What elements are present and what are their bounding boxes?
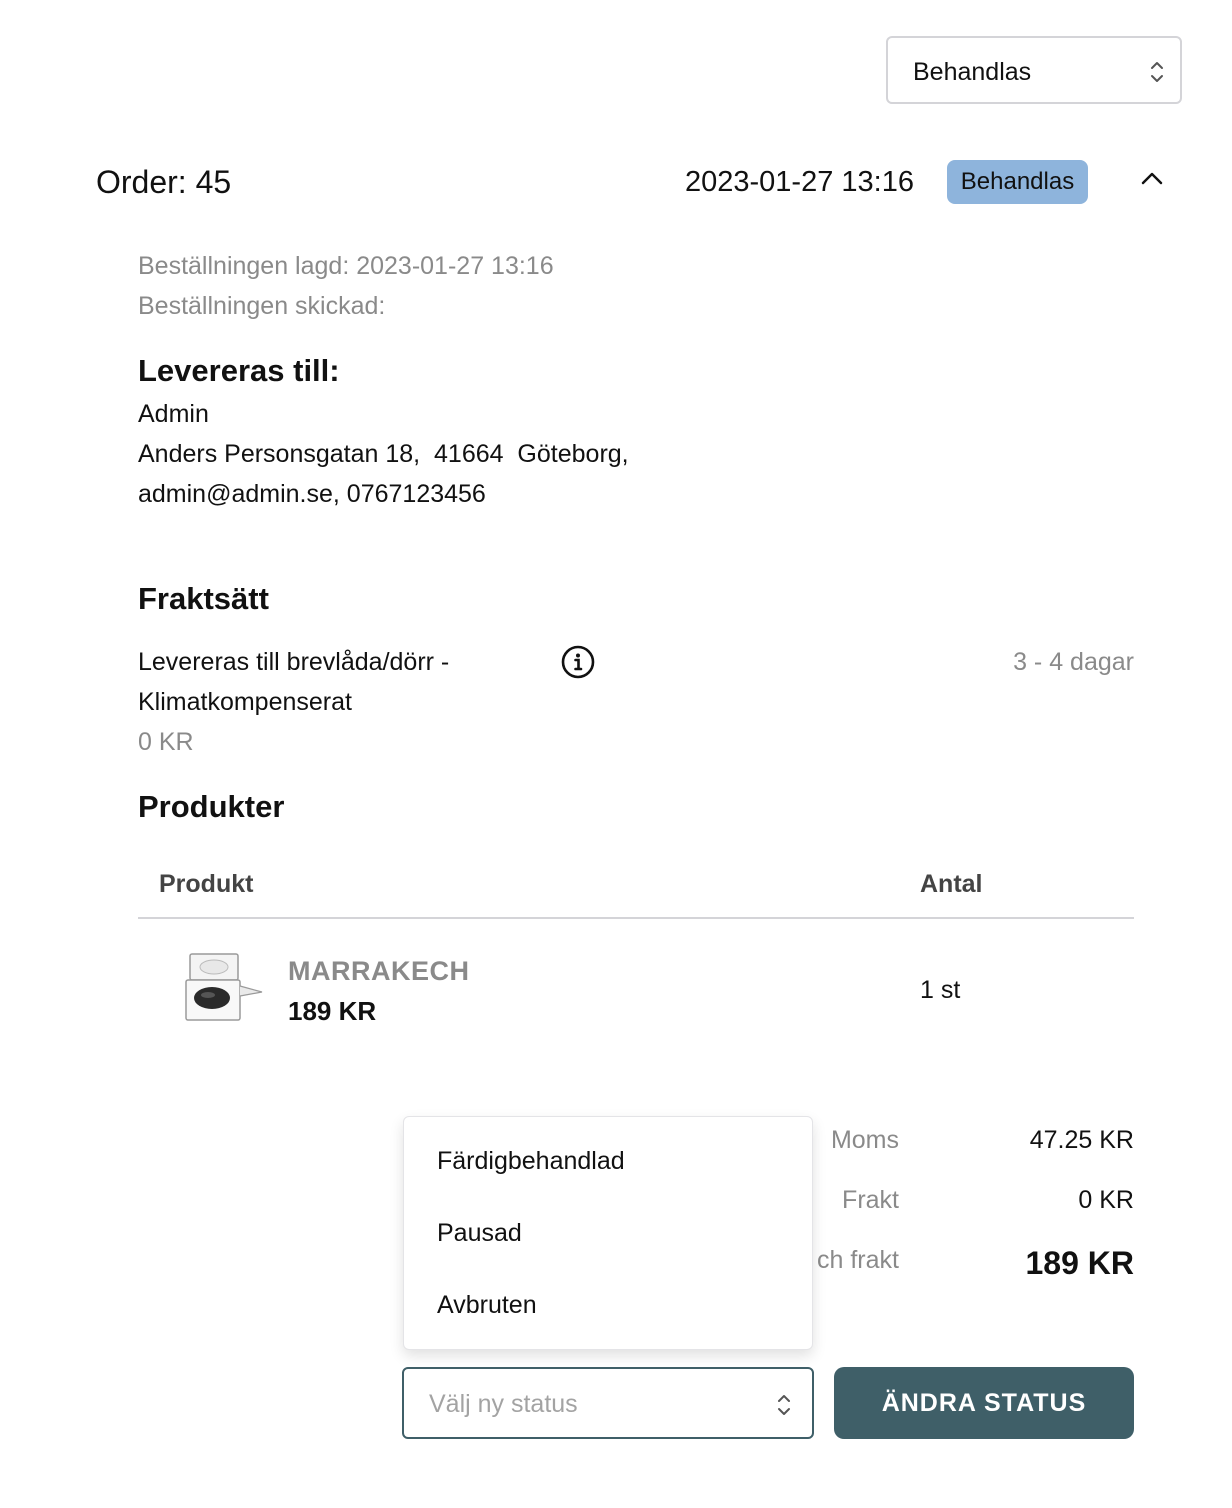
vat-label: Moms — [830, 1126, 899, 1154]
total-label: ch frakt — [817, 1246, 899, 1274]
table-divider — [138, 917, 1134, 919]
status-filter-value: Behandlas — [913, 58, 1032, 86]
info-icon[interactable] — [560, 644, 596, 680]
column-header-quantity: Antal — [920, 870, 983, 898]
delivery-heading: Levereras till: — [138, 353, 340, 388]
chevron-updown-icon — [1150, 59, 1164, 85]
products-heading: Produkter — [138, 789, 285, 824]
product-image — [184, 952, 266, 1024]
status-dropdown-menu: Färdigbehandlad Pausad Avbruten — [403, 1116, 813, 1350]
order-placed-text: Beställningen lagd: 2023-01-27 13:16 — [138, 252, 554, 280]
shipping-method-line1: Levereras till brevlåda/dörr - — [138, 648, 450, 676]
menu-item-avbruten[interactable]: Avbruten — [437, 1291, 537, 1320]
status-filter-select[interactable]: Behandlas — [886, 36, 1182, 104]
product-quantity: 1 st — [920, 976, 961, 1004]
order-shipped-text: Beställningen skickad: — [138, 292, 386, 320]
delivery-contact: admin@admin.se, 0767123456 — [138, 480, 486, 508]
menu-item-pausad[interactable]: Pausad — [437, 1219, 522, 1248]
status-badge: Behandlas — [947, 160, 1088, 204]
new-status-placeholder: Välj ny status — [429, 1390, 578, 1418]
shipping-price: 0 KR — [138, 728, 194, 756]
shipping-time: 3 - 4 dagar — [1013, 648, 1134, 676]
menu-item-fardigbehandlad[interactable]: Färdigbehandlad — [437, 1147, 625, 1176]
column-header-product: Produkt — [159, 870, 254, 898]
delivery-name: Admin — [138, 400, 209, 428]
chevron-up-icon[interactable] — [1138, 168, 1166, 188]
product-name[interactable]: MARRAKECH — [288, 956, 470, 987]
shipping-heading: Fraktsätt — [138, 581, 269, 616]
change-status-button[interactable]: ÄNDRA STATUS — [834, 1367, 1134, 1439]
shipping-method-line2: Klimatkompenserat — [138, 688, 352, 716]
vat-value: 47.25 KR — [1029, 1126, 1134, 1154]
new-status-select[interactable]: Välj ny status — [402, 1367, 814, 1439]
total-value: 189 KR — [1025, 1245, 1135, 1281]
chevron-updown-icon — [777, 1392, 791, 1418]
shipping-cost-value: 0 KR — [1078, 1186, 1134, 1214]
product-price: 189 KR — [288, 996, 377, 1026]
shipping-cost-label: Frakt — [842, 1186, 899, 1214]
order-date: 2023-01-27 13:16 — [685, 166, 914, 198]
delivery-address: Anders Personsgatan 18, 41664 Göteborg, — [138, 440, 629, 468]
order-title: Order: 45 — [96, 164, 232, 200]
